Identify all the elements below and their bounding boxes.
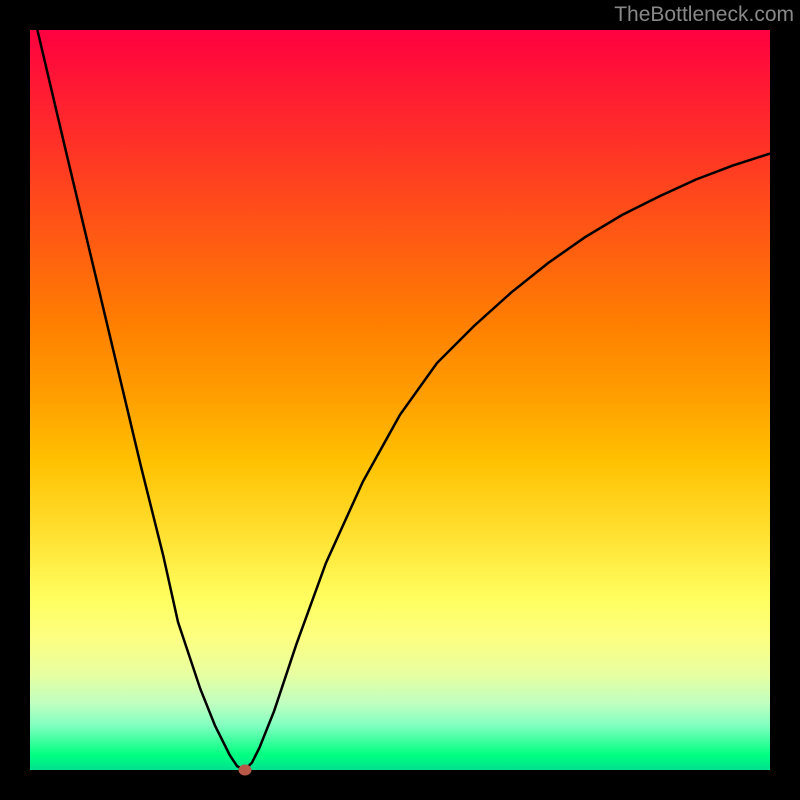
chart-container: TheBottleneck.com (0, 0, 800, 800)
bottleneck-curve (37, 30, 770, 770)
curve-svg (30, 30, 770, 770)
minimum-marker (238, 765, 251, 776)
plot-area (30, 30, 770, 770)
watermark-text: TheBottleneck.com (614, 3, 794, 27)
